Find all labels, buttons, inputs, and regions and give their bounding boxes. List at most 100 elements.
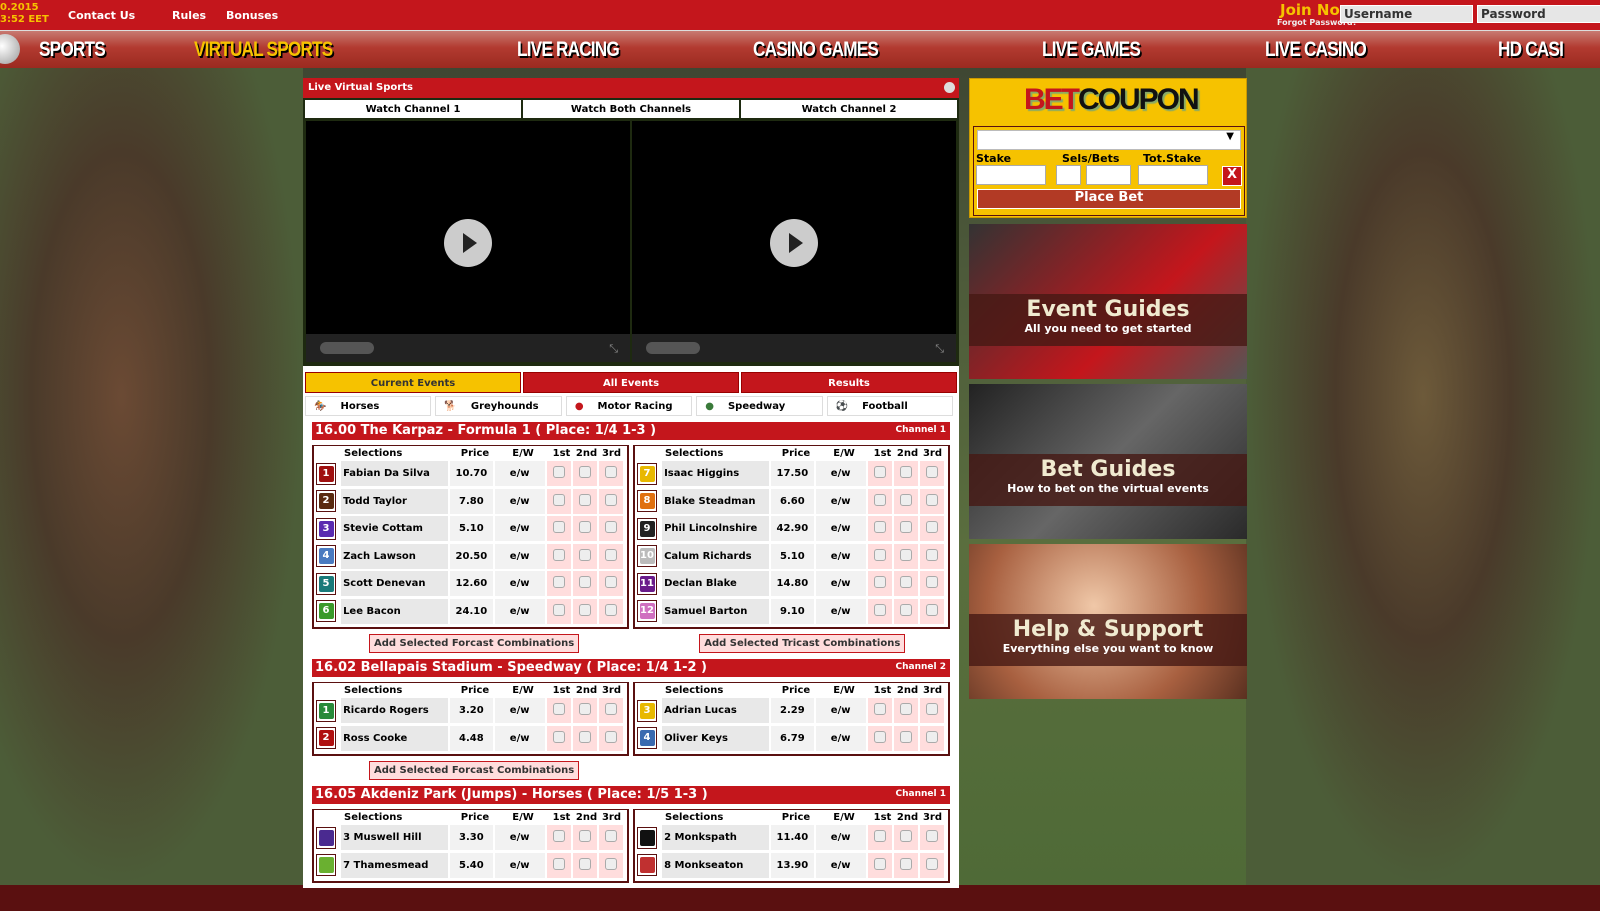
- checkbox-1st[interactable]: [552, 730, 565, 743]
- sport-tab-football[interactable]: ⚽ Football: [826, 396, 954, 416]
- collapse-icon[interactable]: [944, 82, 955, 93]
- checkbox-3rd[interactable]: [604, 857, 617, 870]
- checkbox-3rd[interactable]: [604, 730, 617, 743]
- price[interactable]: 20.50: [450, 543, 493, 569]
- checkbox-3rd[interactable]: [604, 703, 617, 716]
- checkbox-2nd[interactable]: [899, 521, 912, 534]
- promo-help-support[interactable]: Help & Support Everything else you want t…: [969, 544, 1247, 699]
- checkbox-3rd[interactable]: [604, 830, 617, 843]
- checkbox-3rd[interactable]: [925, 521, 938, 534]
- each-way[interactable]: e/w: [815, 516, 866, 542]
- checkbox-1st[interactable]: [552, 521, 565, 534]
- tab-watch-channel-2[interactable]: Watch Channel 2: [741, 100, 957, 118]
- each-way[interactable]: e/w: [494, 488, 545, 514]
- price[interactable]: 10.70: [450, 461, 493, 487]
- each-way[interactable]: e/w: [494, 598, 545, 624]
- username-input[interactable]: Username: [1340, 5, 1473, 23]
- checkbox-2nd[interactable]: [899, 857, 912, 870]
- checkbox-1st[interactable]: [873, 521, 886, 534]
- checkbox-2nd[interactable]: [578, 576, 591, 589]
- tab-results[interactable]: Results: [741, 372, 957, 393]
- stake-input[interactable]: [976, 165, 1046, 185]
- each-way[interactable]: e/w: [494, 516, 545, 542]
- price[interactable]: 24.10: [450, 598, 493, 624]
- checkbox-1st[interactable]: [873, 576, 886, 589]
- price[interactable]: 3.30: [450, 825, 493, 851]
- price[interactable]: 6.79: [771, 725, 814, 751]
- contact-us-link[interactable]: Contact Us: [68, 9, 135, 22]
- checkbox-3rd[interactable]: [604, 603, 617, 616]
- each-way[interactable]: e/w: [815, 725, 866, 751]
- sport-tab-speedway[interactable]: ● Speedway: [696, 396, 823, 416]
- sport-tab-motor-racing[interactable]: ● Motor Racing: [565, 396, 693, 416]
- tot-stake-input[interactable]: [1138, 165, 1208, 185]
- volume-slider[interactable]: [646, 342, 700, 354]
- each-way[interactable]: e/w: [494, 461, 545, 487]
- checkbox-1st[interactable]: [873, 857, 886, 870]
- checkbox-1st[interactable]: [552, 830, 565, 843]
- checkbox-3rd[interactable]: [925, 466, 938, 479]
- checkbox-2nd[interactable]: [899, 466, 912, 479]
- each-way[interactable]: e/w: [815, 852, 866, 878]
- each-way[interactable]: e/w: [494, 571, 545, 597]
- rules-link[interactable]: Rules: [172, 9, 206, 22]
- password-input[interactable]: Password: [1477, 5, 1600, 23]
- checkbox-2nd[interactable]: [578, 548, 591, 561]
- checkbox-2nd[interactable]: [899, 703, 912, 716]
- price[interactable]: 42.90: [771, 516, 814, 542]
- add-combinations-button[interactable]: Add Selected Forcast Combinations: [369, 634, 580, 653]
- checkbox-3rd[interactable]: [604, 576, 617, 589]
- checkbox-3rd[interactable]: [925, 548, 938, 561]
- checkbox-2nd[interactable]: [578, 493, 591, 506]
- play-icon[interactable]: [444, 219, 492, 267]
- checkbox-1st[interactable]: [552, 466, 565, 479]
- checkbox-2nd[interactable]: [578, 830, 591, 843]
- each-way[interactable]: e/w: [815, 825, 866, 851]
- checkbox-3rd[interactable]: [925, 603, 938, 616]
- checkbox-1st[interactable]: [873, 548, 886, 561]
- price[interactable]: 7.80: [450, 488, 493, 514]
- each-way[interactable]: e/w: [494, 725, 545, 751]
- bets-input[interactable]: [1086, 165, 1131, 185]
- checkbox-1st[interactable]: [873, 730, 886, 743]
- promo-event-guides[interactable]: Event Guides All you need to get started: [969, 224, 1247, 379]
- checkbox-3rd[interactable]: [604, 493, 617, 506]
- checkbox-2nd[interactable]: [899, 830, 912, 843]
- sport-tab-greyhounds[interactable]: 🐕 Greyhounds: [435, 396, 562, 416]
- each-way[interactable]: e/w: [494, 852, 545, 878]
- play-icon[interactable]: [770, 219, 818, 267]
- each-way[interactable]: e/w: [494, 825, 545, 851]
- checkbox-3rd[interactable]: [925, 730, 938, 743]
- each-way[interactable]: e/w: [815, 698, 866, 724]
- price[interactable]: 3.20: [450, 698, 493, 724]
- checkbox-1st[interactable]: [873, 830, 886, 843]
- nav-virtual-sports[interactable]: VIRTUAL SPORTS: [194, 38, 333, 62]
- checkbox-3rd[interactable]: [604, 548, 617, 561]
- price[interactable]: 9.10: [771, 598, 814, 624]
- price[interactable]: 5.10: [771, 543, 814, 569]
- checkbox-2nd[interactable]: [578, 466, 591, 479]
- each-way[interactable]: e/w: [494, 543, 545, 569]
- each-way[interactable]: e/w: [494, 698, 545, 724]
- bonuses-link[interactable]: Bonuses: [226, 9, 278, 22]
- checkbox-2nd[interactable]: [899, 548, 912, 561]
- checkbox-2nd[interactable]: [899, 576, 912, 589]
- price[interactable]: 2.29: [771, 698, 814, 724]
- checkbox-1st[interactable]: [552, 603, 565, 616]
- clear-button[interactable]: X: [1222, 166, 1242, 186]
- checkbox-1st[interactable]: [873, 493, 886, 506]
- add-combinations-button[interactable]: Add Selected Tricast Combinations: [699, 634, 906, 653]
- checkbox-1st[interactable]: [552, 857, 565, 870]
- each-way[interactable]: e/w: [815, 543, 866, 569]
- nav-casino-games[interactable]: CASINO GAMES: [753, 38, 879, 62]
- checkbox-3rd[interactable]: [604, 466, 617, 479]
- tab-all-events[interactable]: All Events: [523, 372, 739, 393]
- each-way[interactable]: e/w: [815, 488, 866, 514]
- nav-hd-casino[interactable]: HD CASI: [1498, 38, 1564, 62]
- checkbox-2nd[interactable]: [578, 521, 591, 534]
- nav-live-games[interactable]: LIVE GAMES: [1042, 38, 1141, 62]
- volume-slider[interactable]: [320, 342, 374, 354]
- checkbox-1st[interactable]: [873, 603, 886, 616]
- tab-current-events[interactable]: Current Events: [305, 372, 521, 393]
- checkbox-2nd[interactable]: [899, 603, 912, 616]
